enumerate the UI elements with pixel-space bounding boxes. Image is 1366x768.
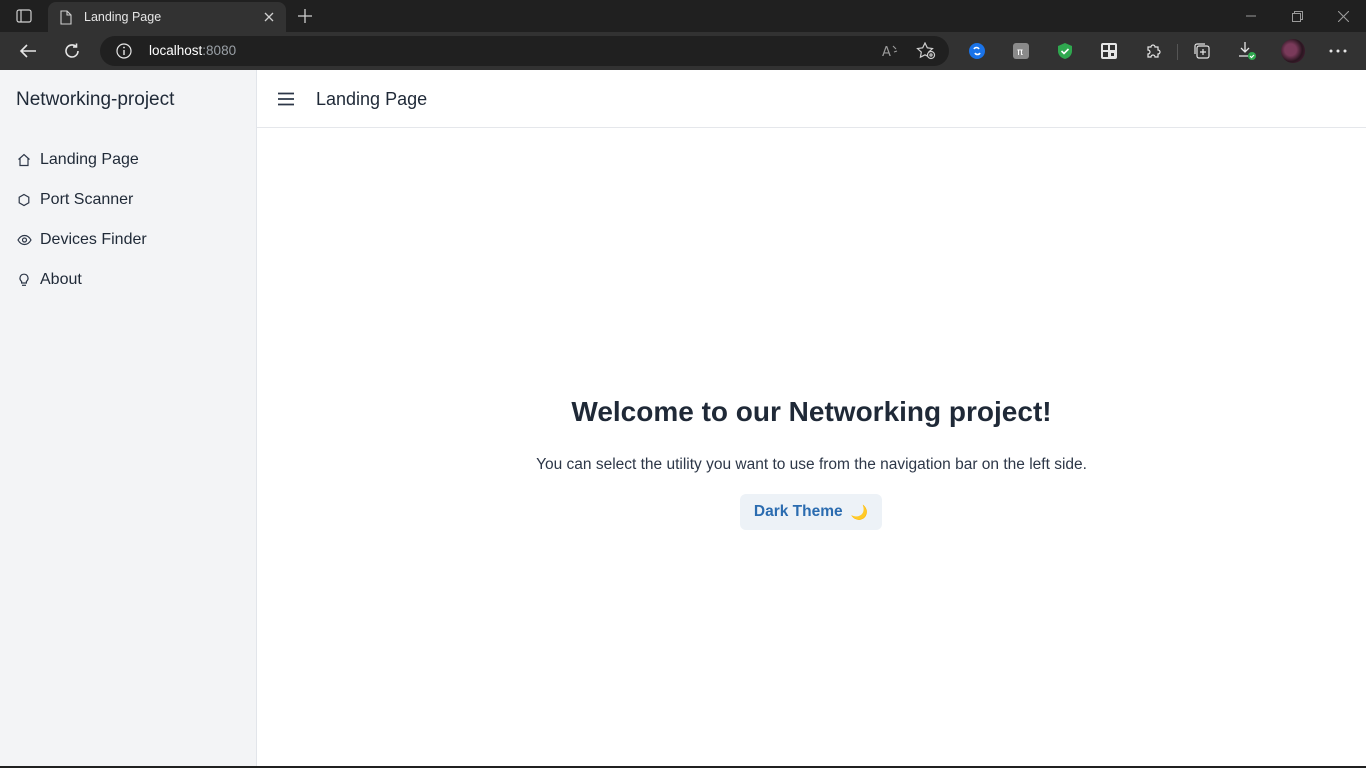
new-tab-icon[interactable] (292, 6, 318, 26)
sidebar-item-landing-page[interactable]: Landing Page (0, 140, 256, 180)
sidebar-item-label: Port Scanner (40, 191, 134, 208)
close-window-icon[interactable] (1320, 0, 1366, 32)
url-host: localhost (149, 43, 203, 58)
svg-text:π: π (1017, 47, 1023, 58)
minimize-icon[interactable] (1228, 0, 1274, 32)
brand-title: Networking-project (16, 89, 175, 110)
url-text[interactable]: localhost:8080 (149, 43, 236, 58)
tab-actions-icon[interactable] (10, 6, 38, 26)
refresh-icon[interactable] (57, 37, 87, 65)
sidebar-item-label: Landing Page (40, 151, 139, 168)
read-aloud-icon[interactable]: A (879, 41, 901, 61)
hamburger-menu-icon[interactable] (275, 89, 297, 109)
address-bar[interactable]: localhost:8080 A (100, 36, 949, 66)
page-header: Landing Page (257, 70, 1366, 128)
welcome-heading: Welcome to our Networking project! (571, 396, 1052, 427)
window-controls (1228, 0, 1366, 32)
close-tab-icon[interactable] (256, 7, 282, 27)
favorites-icon[interactable] (915, 41, 937, 61)
page-title: Landing Page (316, 89, 428, 109)
home-icon (16, 152, 32, 168)
back-icon[interactable] (13, 37, 43, 65)
toolbar-separator (1177, 44, 1178, 60)
qr-code-icon[interactable] (1099, 41, 1119, 61)
tab-bar: Landing Page (0, 0, 1366, 32)
site-info-icon[interactable] (116, 43, 132, 59)
browser-tab[interactable]: Landing Page (48, 2, 286, 32)
sidebar-item-devices-finder[interactable]: Devices Finder (0, 220, 256, 260)
dark-theme-button-label: Dark Theme (753, 503, 843, 520)
collections-icon[interactable] (1192, 41, 1212, 61)
eye-icon (16, 232, 32, 248)
tab-title: Landing Page (84, 10, 162, 24)
moon-icon: 🌙 (850, 503, 869, 520)
restore-icon[interactable] (1274, 0, 1320, 32)
sidebar-item-label: About (40, 271, 82, 288)
browser-toolbar: localhost:8080 A π (0, 32, 1366, 70)
more-options-icon[interactable] (1328, 41, 1348, 61)
sidebar-item-about[interactable]: About (0, 260, 256, 300)
page-icon (58, 9, 74, 25)
main-content: Welcome to our Networking project! You c… (257, 128, 1366, 766)
sidebar-nav: Landing Page Port Scanner Devices Finder… (0, 140, 256, 300)
extensions-puzzle-icon[interactable] (1143, 41, 1163, 61)
circle-icon (16, 192, 32, 208)
sidebar-item-port-scanner[interactable]: Port Scanner (0, 180, 256, 220)
web-page: Networking-project Landing Page Port Sca… (0, 70, 1366, 766)
svg-text:A: A (882, 45, 891, 59)
extension-icon[interactable]: π (1011, 41, 1031, 61)
downloads-icon[interactable] (1237, 41, 1257, 61)
welcome-subtitle: You can select the utility you want to u… (536, 456, 1087, 473)
url-port: :8080 (202, 43, 237, 58)
dark-theme-button[interactable]: Dark Theme 🌙 (740, 494, 882, 530)
shield-icon[interactable] (1055, 41, 1075, 61)
sidebar-item-label: Devices Finder (40, 231, 147, 248)
shazam-extension-icon[interactable] (967, 41, 987, 61)
lightbulb-icon (16, 272, 32, 288)
profile-avatar[interactable] (1281, 39, 1305, 63)
sidebar: Networking-project Landing Page Port Sca… (0, 70, 257, 766)
